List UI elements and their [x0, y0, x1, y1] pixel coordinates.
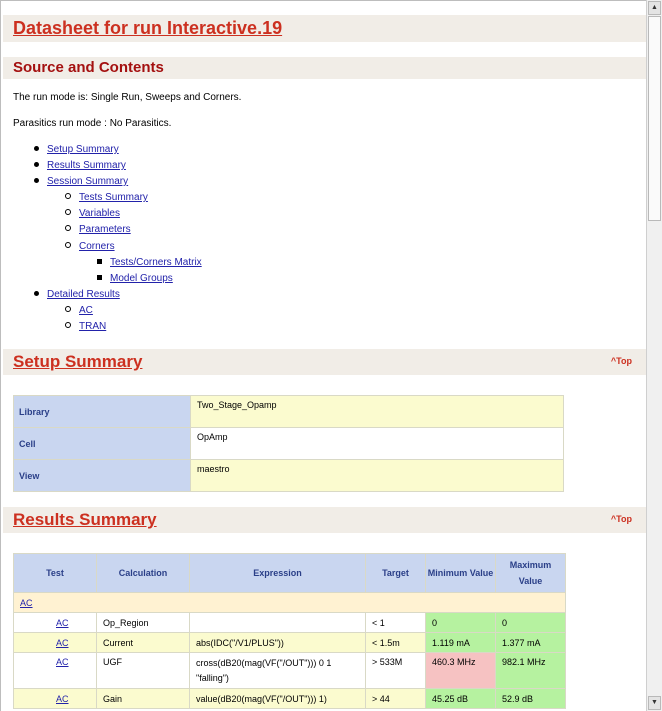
toc-corners-link[interactable]: Corners: [79, 241, 115, 252]
toc-model-groups-link[interactable]: Model Groups: [110, 273, 173, 284]
setup-table: Library Two_Stage_Opamp Cell OpAmp View …: [13, 395, 564, 492]
bullet-icon: [34, 146, 39, 151]
bullet-icon: [34, 291, 39, 296]
table-row: AC Current abs(IDC("/V1/PLUS")) < 1.5m 1…: [13, 632, 566, 653]
setup-row-cell: Cell OpAmp: [13, 427, 564, 460]
row-min-value: 1.119 mA: [425, 632, 496, 653]
toc-tests-corners-matrix-link[interactable]: Tests/Corners Matrix: [110, 257, 202, 268]
row-min-value: 460.3 MHz: [425, 652, 496, 689]
bullet-icon: [34, 162, 39, 167]
row-test-link[interactable]: AC: [56, 618, 69, 628]
toc-session-summary-link[interactable]: Session Summary: [47, 176, 128, 187]
toc-results-summary-link[interactable]: Results Summary: [47, 160, 126, 171]
col-header-minimum: Minimum Value: [425, 553, 496, 593]
results-table: Test Calculation Expression Target Minim…: [13, 553, 566, 709]
setup-row-view: View maestro: [13, 459, 564, 492]
setup-key-view: View: [13, 459, 191, 492]
setup-value-view: maestro: [190, 459, 564, 492]
row-test-link[interactable]: AC: [56, 694, 69, 704]
col-header-test: Test: [13, 553, 97, 593]
row-calculation: Gain: [96, 688, 190, 709]
circle-bullet-icon: [65, 242, 71, 248]
row-expression: cross(dB20(mag(VF("/OUT"))) 0 1 "falling…: [189, 652, 366, 689]
circle-bullet-icon: [65, 209, 71, 215]
source-heading: Source and Contents: [13, 59, 164, 76]
circle-bullet-icon: [65, 306, 71, 312]
toc-setup-summary-link[interactable]: Setup Summary: [47, 144, 119, 155]
scroll-up-arrow-icon[interactable]: ▲: [648, 1, 661, 15]
parasitics-text: Parasitics run mode : No Parasitics.: [13, 118, 172, 129]
col-header-calculation: Calculation: [96, 553, 190, 593]
toc-ac-link[interactable]: AC: [79, 305, 93, 316]
row-target: > 44: [365, 688, 426, 709]
circle-bullet-icon: [65, 193, 71, 199]
run-mode-text: The run mode is: Single Run, Sweeps and …: [13, 92, 242, 103]
setup-value-library: Two_Stage_Opamp: [190, 395, 564, 428]
circle-bullet-icon: [65, 225, 71, 231]
row-calculation: Op_Region: [96, 612, 190, 633]
col-header-maximum: Maximum Value: [495, 553, 566, 593]
circle-bullet-icon: [65, 322, 71, 328]
setup-key-library: Library: [13, 395, 191, 428]
vertical-scrollbar[interactable]: ▲ ▼: [646, 0, 662, 711]
row-calculation: UGF: [96, 652, 190, 689]
scrollbar-thumb[interactable]: [648, 16, 661, 221]
row-expression: [189, 612, 366, 633]
row-target: < 1.5m: [365, 632, 426, 653]
row-target: > 533M: [365, 652, 426, 689]
row-min-value: 0: [425, 612, 496, 633]
toc-detailed-results-link[interactable]: Detailed Results: [47, 289, 120, 300]
row-expression: value(dB20(mag(VF("/OUT"))) 1): [189, 688, 366, 709]
col-header-target: Target: [365, 553, 426, 593]
table-row: AC Op_Region < 1 0 0: [13, 612, 566, 633]
row-max-value: 0: [495, 612, 566, 633]
row-test-link[interactable]: AC: [56, 657, 69, 667]
row-expression: abs(IDC("/V1/PLUS")): [189, 632, 366, 653]
scroll-down-arrow-icon[interactable]: ▼: [648, 696, 661, 710]
group-row-ac: AC: [13, 592, 566, 613]
table-row: AC UGF cross(dB20(mag(VF("/OUT"))) 0 1 "…: [13, 652, 566, 689]
results-header-row: Test Calculation Expression Target Minim…: [13, 553, 566, 593]
group-ac-link[interactable]: AC: [20, 598, 33, 608]
col-header-expression: Expression: [189, 553, 366, 593]
page-title: Datasheet for run Interactive.19: [13, 18, 283, 38]
row-max-value: 1.377 mA: [495, 632, 566, 653]
setup-key-cell: Cell: [13, 427, 191, 460]
setup-row-library: Library Two_Stage_Opamp: [13, 395, 564, 428]
toc-variables-link[interactable]: Variables: [79, 208, 120, 219]
square-bullet-icon: [97, 259, 102, 264]
row-min-value: 45.25 dB: [425, 688, 496, 709]
table-row: AC Gain value(dB20(mag(VF("/OUT"))) 1) >…: [13, 688, 566, 709]
row-calculation: Current: [96, 632, 190, 653]
setup-top-link[interactable]: ^Top: [611, 356, 632, 366]
results-summary-heading: Results Summary: [13, 510, 157, 529]
toc-tran-link[interactable]: TRAN: [79, 321, 106, 332]
datasheet-page: Datasheet for run Interactive.19 Source …: [0, 0, 646, 711]
row-max-value: 982.1 MHz: [495, 652, 566, 689]
setup-summary-heading: Setup Summary: [13, 352, 143, 371]
row-test-link[interactable]: AC: [56, 638, 69, 648]
setup-value-cell: OpAmp: [190, 427, 564, 460]
toc-tests-summary-link[interactable]: Tests Summary: [79, 192, 148, 203]
toc-parameters-link[interactable]: Parameters: [79, 224, 131, 235]
bullet-icon: [34, 178, 39, 183]
results-top-link[interactable]: ^Top: [611, 514, 632, 524]
row-target: < 1: [365, 612, 426, 633]
row-max-value: 52.9 dB: [495, 688, 566, 709]
square-bullet-icon: [97, 275, 102, 280]
